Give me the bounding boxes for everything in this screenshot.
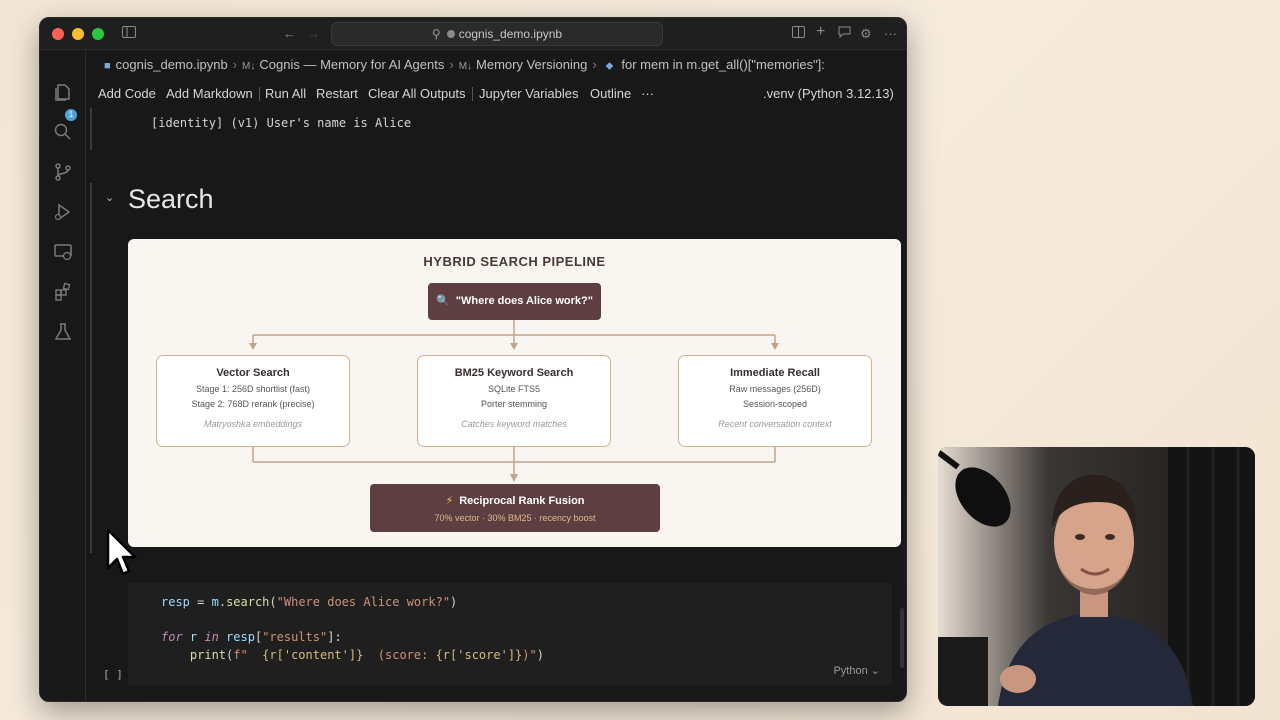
kernel-picker[interactable]: .venv (Python 3.12.13) [763,82,894,106]
stage-line: Stage 2: 768D rerank (precise) [191,399,315,409]
hybrid-search-diagram: HYBRID SEARCH PIPELINE 🔍 "Where does Alic… [128,239,901,547]
toolbar-divider [472,87,473,101]
maximize-window-button[interactable] [92,28,104,40]
breadcrumb-cell[interactable]: for mem in m.get_all()["memories"]: [621,57,825,72]
query-text: "Where does Alice work?" [455,295,593,307]
stage-title: BM25 Keyword Search [454,367,574,379]
breadcrumb-section-1[interactable]: Cognis — Memory for AI Agents [259,57,444,72]
restart-button[interactable]: Restart [316,82,358,106]
cell-focus-bar [90,108,92,150]
search-icon: ⚲ [431,27,441,41]
minimize-window-button[interactable] [72,28,84,40]
scrollbar[interactable] [900,608,904,668]
back-arrow-icon[interactable]: ← [283,25,296,43]
testing-flask-icon[interactable] [53,322,73,342]
stage-title: Vector Search [216,367,290,379]
immediate-recall-box: Immediate Recall Raw messages (256D) Ses… [678,355,872,447]
stage-line: Porter stemming [480,399,548,409]
fusion-box: ⚡ Reciprocal Rank Fusion 70% vector · 30%… [370,484,660,532]
presenter-video [938,447,1255,706]
new-icon[interactable]: + [816,23,825,41]
chevron-right-icon: › [232,57,238,72]
stage-line: Raw messages (256D) [729,384,821,394]
search-icon[interactable] [53,122,73,142]
activity-bar: 1 [40,50,86,701]
explorer-badge: 1 [65,109,77,121]
python-cell-icon: ⬥ [605,60,614,72]
vector-search-box: Vector Search Stage 1: 256D shortlist (f… [156,355,350,447]
fusion-subtitle: 70% vector · 30% BM25 · recency boost [434,513,596,523]
forward-arrow-icon[interactable]: → [307,25,320,43]
title-bar: ← → ⚲ cognis_demo.ipynb + ⚙ ··· [40,18,906,50]
markdown-icon: M↓ [458,61,473,72]
run-all-button[interactable]: Run All [265,82,306,106]
code-cell[interactable]: resp = m.search("Where does Alice work?"… [128,583,892,685]
command-center-search[interactable]: ⚲ cognis_demo.ipynb [331,22,663,46]
more-toolbar-button[interactable]: ··· [641,82,654,106]
collapse-chevron-icon[interactable]: ⌄ [105,191,114,204]
remote-explorer-icon[interactable] [53,242,73,262]
stage-line: Stage 1: 256D shortlist (fast) [195,384,311,394]
webcam-overlay [938,447,1255,706]
fusion-title: ⚡ Reciprocal Rank Fusion [370,494,660,507]
notebook-editor: [identity] (v1) User's name is Alice ⌄ S… [86,108,906,701]
bm25-search-box: BM25 Keyword Search SQLite FTS5 Porter s… [417,355,611,447]
clear-all-outputs-button[interactable]: Clear All Outputs [368,82,466,106]
settings-gear-icon[interactable]: ⚙ [860,25,872,43]
cell-focus-bar [90,183,92,553]
lightning-icon: ⚡ [445,495,454,507]
stage-line: Session-scoped [742,399,808,409]
more-actions-icon[interactable]: ··· [884,25,897,43]
code-editor[interactable]: resp = m.search("Where does Alice work?"… [161,594,544,664]
file-dot-icon [446,30,455,38]
stage-note: Recent conversation context [718,419,832,429]
stage-note: Catches keyword matches [461,419,567,429]
fusion-title-text: Reciprocal Rank Fusion [459,495,585,507]
stage-title: Immediate Recall [730,367,820,379]
vscode-window: ← → ⚲ cognis_demo.ipynb + ⚙ ··· 1 ■ cognis… [39,17,907,702]
close-window-button[interactable] [52,28,64,40]
add-code-button[interactable]: Add Code [98,82,156,106]
mouse-cursor-icon [106,528,137,576]
diagram-title: HYBRID SEARCH PIPELINE [423,254,606,269]
add-markdown-button[interactable]: Add Markdown [166,82,253,106]
breadcrumb-section-2[interactable]: Memory Versioning [476,57,587,72]
run-debug-icon[interactable] [53,202,73,222]
outline-button[interactable]: Outline [590,82,631,106]
stage-note: Matryoshka embeddings [203,419,303,429]
search-text: cognis_demo.ipynb [458,27,563,41]
breadcrumb-file[interactable]: cognis_demo.ipynb [116,57,228,72]
explorer-icon[interactable] [53,82,73,102]
execution-count: [ ] [103,668,123,681]
cell-output: [identity] (v1) User's name is Alice [151,116,412,130]
split-editor-icon[interactable] [792,25,805,43]
toolbar-divider [259,87,260,101]
markdown-icon: M↓ [242,61,256,72]
section-heading: Search [128,184,214,214]
breadcrumb: ■ cognis_demo.ipynb › M↓ Cognis — Memory for… [86,52,906,78]
magnifier-icon: 🔍 [436,295,450,307]
stage-line: SQLite FTS5 [487,384,541,394]
chevron-right-icon: › [449,57,454,72]
notebook-file-icon: ■ [104,60,111,72]
extensions-icon[interactable] [53,282,73,302]
chat-icon[interactable] [838,25,851,43]
query-box: 🔍 "Where does Alice work?" [428,283,601,320]
chevron-right-icon: › [592,57,597,72]
notebook-toolbar: Add Code Add Markdown Run All Restart Cl… [86,82,906,106]
cell-language-picker[interactable]: Python ⌄ [833,664,880,677]
source-control-icon[interactable] [53,162,73,182]
jupyter-variables-button[interactable]: Jupyter Variables [479,82,578,106]
toggle-sidebar-icon[interactable] [122,25,136,43]
